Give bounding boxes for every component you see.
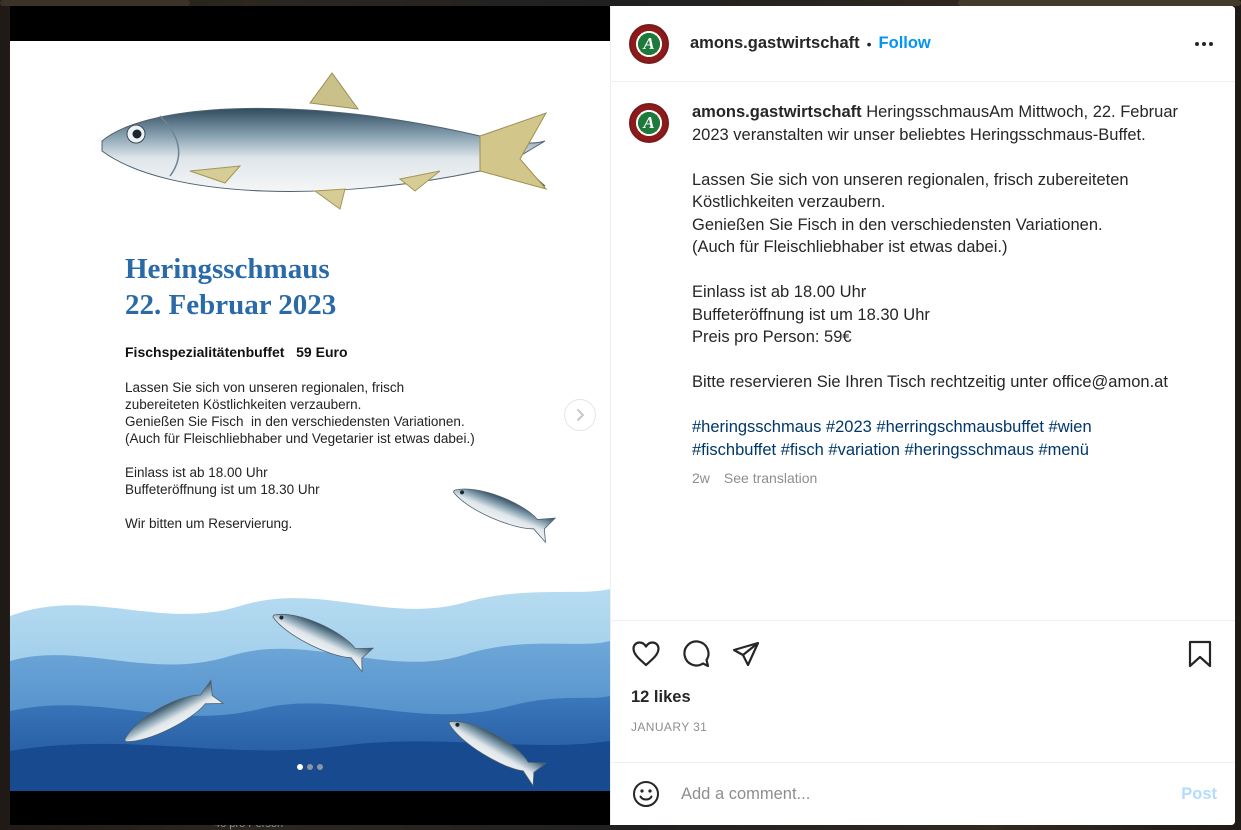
carousel-slide: Heringsschmaus 22. Februar 2023 Fischspe… <box>10 41 610 791</box>
share-button[interactable] <box>731 639 761 669</box>
like-button[interactable] <box>631 639 661 669</box>
more-options-button[interactable] <box>1191 36 1217 52</box>
flyer-buffet-price: Fischspezialitätenbuffet 59 Euro <box>125 344 348 360</box>
emoji-icon <box>633 781 659 807</box>
caption-text: amons.gastwirtschaft HeringsschmausAm Mi… <box>692 101 1202 490</box>
comment-icon <box>683 640 710 668</box>
avatar[interactable]: A <box>629 23 669 64</box>
caption-line: (Auch für Fleischliebhaber ist etwas dab… <box>692 238 1008 256</box>
caption-line: Bitte reservieren Sie Ihren Tisch rechtz… <box>692 373 1168 391</box>
action-bar: 12 likes JANUARY 31 <box>611 620 1235 734</box>
likes-count[interactable]: 12 likes <box>631 688 1215 707</box>
emoji-button[interactable] <box>631 779 661 809</box>
caption-line: Preis pro Person: 59€ <box>692 328 852 346</box>
post-info-panel: A amons.gastwirtschaft • Follow A amons.… <box>610 6 1235 825</box>
caption-line: Einlass ist ab 18.00 Uhr <box>692 283 867 301</box>
hashtag-link[interactable]: #heringsschmaus <box>692 418 821 436</box>
flyer-body-line: Wir bitten um Reservierung. <box>125 516 293 531</box>
caption-username-link[interactable]: amons.gastwirtschaft <box>692 103 862 121</box>
hashtags: #heringsschmaus #2023 #herringschmausbuf… <box>692 416 1202 461</box>
more-horizontal-icon <box>1195 41 1199 46</box>
hashtag-link[interactable]: #2023 <box>826 418 872 436</box>
save-button[interactable] <box>1185 639 1215 669</box>
hashtag-link[interactable]: #fisch <box>781 441 824 459</box>
caption-line: Buffeteröffnung ist um 18.30 Uhr <box>692 305 930 324</box>
flyer-body-spacer <box>125 498 475 515</box>
hashtag-link[interactable]: #wien <box>1049 418 1092 436</box>
bookmark-icon <box>1188 640 1212 668</box>
caption-line: Lassen Sie sich von unseren regionalen, … <box>692 170 1129 189</box>
flyer-body-line: Genießen Sie Fisch in den verschiedenste… <box>125 414 465 429</box>
carousel-dot <box>297 764 303 770</box>
comment-input[interactable] <box>681 784 1182 804</box>
hashtag-link[interactable]: #herringschmausbuffet <box>876 418 1044 436</box>
header-username-link[interactable]: amons.gastwirtschaft <box>690 34 860 53</box>
flyer-body-line: zubereiteten Köstlichkeiten verzaubern. <box>125 397 362 412</box>
carousel-next-button[interactable] <box>564 399 596 431</box>
hashtag-link[interactable]: #variation <box>828 441 900 459</box>
chevron-right-icon <box>577 409 584 421</box>
flyer-body-line: (Auch für Fleischliebhaber und Vegetarie… <box>125 431 475 446</box>
comment-bar: Post <box>611 762 1235 825</box>
flyer-body-line: Buffeteröffnung ist um 18.30 Uhr <box>125 482 320 497</box>
flyer-body: Lassen Sie sich von unseren regionalen, … <box>125 379 475 532</box>
flyer-body-line: Lassen Sie sich von unseren regionalen, … <box>125 380 405 395</box>
post-comment-button[interactable]: Post <box>1181 785 1217 804</box>
post-header: A amons.gastwirtschaft • Follow <box>611 6 1235 82</box>
herring-illustration-large <box>101 72 548 210</box>
post-modal: Heringsschmaus 22. Februar 2023 Fischspe… <box>10 6 1235 825</box>
caption-area: A amons.gastwirtschaft HeringsschmausAm … <box>611 83 1235 620</box>
hashtag-link[interactable]: #heringsschmaus <box>905 441 1034 459</box>
flyer-body-line: Einlass ist ab 18.00 Uhr <box>125 465 268 480</box>
separator-dot: • <box>866 35 872 52</box>
carousel-dot <box>317 764 323 770</box>
carousel-indicator <box>10 764 610 770</box>
flyer-title: Heringsschmaus 22. Februar 2023 <box>125 253 337 321</box>
caption-line: Köstlichkeiten verzaubern. <box>692 193 886 211</box>
caption-line: 2023 veranstalten wir unser beliebtes He… <box>692 125 1146 144</box>
post-date: JANUARY 31 <box>631 720 708 734</box>
follow-button[interactable]: Follow <box>879 34 931 53</box>
caption-line-text: HeringsschmausAm Mittwoch, 22. Februar <box>861 103 1178 121</box>
see-translation-button[interactable]: See translation <box>724 467 817 490</box>
heart-icon <box>632 641 660 667</box>
carousel-dot <box>307 764 313 770</box>
post-age[interactable]: 2w <box>692 467 710 490</box>
share-icon <box>732 641 760 667</box>
caption-line: amons.gastwirtschaft HeringsschmausAm Mi… <box>692 101 1202 124</box>
caption-line: Genießen Sie Fisch in den verschiedenste… <box>692 215 1103 234</box>
caption-avatar[interactable]: A <box>629 103 669 143</box>
comment-button[interactable] <box>681 639 711 669</box>
hashtag-link[interactable]: #menü <box>1038 441 1088 459</box>
hashtag-link[interactable]: #fischbuffet <box>692 441 776 459</box>
post-media: Heringsschmaus 22. Februar 2023 Fischspe… <box>10 6 610 825</box>
flyer-body-spacer <box>125 447 475 464</box>
